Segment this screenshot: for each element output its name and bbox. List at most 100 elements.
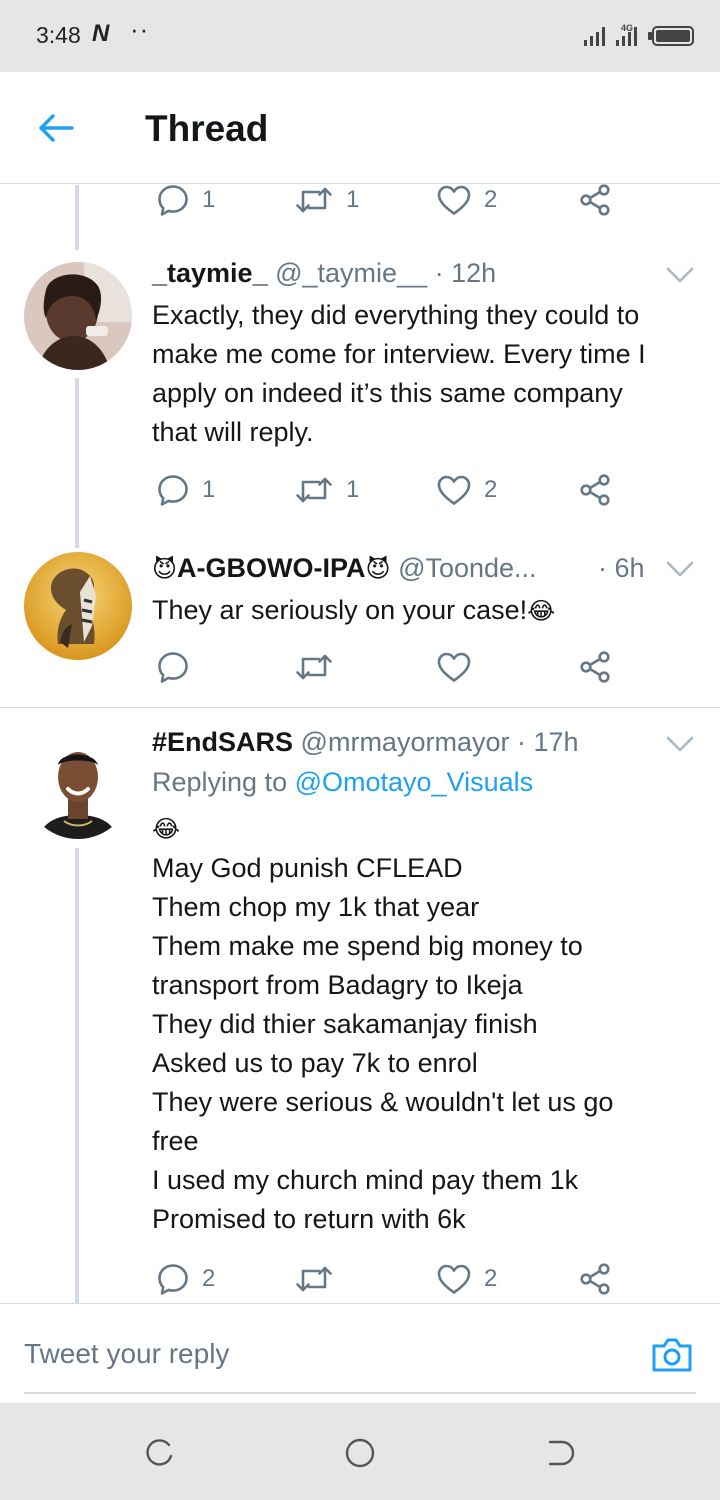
tweet-text-line: Asked us to pay 7k to enrol [152,1048,478,1078]
app-header: Thread [0,72,720,184]
system-nav-bar [0,1403,720,1500]
tweet-text: They ar seriously on your case!😂 [152,591,712,631]
camera-icon[interactable] [650,1334,694,1374]
status-bar: 3:48 N ·· 4G [0,0,720,72]
retweet-icon [294,183,334,217]
heart-icon [436,1262,472,1296]
divider [0,707,720,708]
reply-button[interactable]: 1 [156,180,215,220]
share-icon [578,183,612,217]
heart-icon [436,650,472,684]
tweet-time: · 12h [434,258,497,288]
like-count: 2 [484,476,498,503]
user-handle[interactable]: @mrmayormayor [301,727,510,757]
heart-icon [436,473,472,507]
tweet-text-line: Them chop my 1k that year [152,892,480,922]
tweet-meta: _taymie_ @_taymie__ · 12h [152,258,496,289]
carrier-icon: N [92,20,110,47]
avatar[interactable] [24,731,132,839]
arrow-left-icon[interactable] [36,110,76,146]
share-icon [578,1262,612,1296]
replying-to: Replying to @Omotayo_Visuals [152,767,533,798]
chevron-down-icon[interactable] [666,266,694,284]
home-icon[interactable] [344,1437,376,1469]
tweet-text: Exactly, they did everything they could … [152,296,712,452]
tweet-time: · 6h [598,553,645,583]
reply-input[interactable]: Tweet your reply [24,1338,229,1370]
retweet-count: 1 [346,476,360,503]
heart-icon [436,183,472,217]
avatar[interactable] [24,262,132,370]
retweet-button[interactable] [294,647,334,687]
share-button[interactable] [578,180,612,220]
tweet-text-line: apply on indeed it’s this same company [152,378,623,408]
tweet-actions: 2 2 [152,1259,622,1299]
input-underline [24,1392,696,1394]
retweet-icon [294,1262,334,1296]
reply-icon [156,473,190,507]
display-name[interactable]: _taymie_ [152,258,268,288]
retweet-button[interactable] [294,1259,334,1299]
tweet-text-line: May God punish CFLEAD [152,853,463,883]
tweet-actions: 1 1 2 [152,180,622,220]
laughing-emoji: 😂 [152,816,181,843]
replying-to-mention[interactable]: @Omotayo_Visuals [295,767,534,797]
reply-count: 1 [202,476,216,503]
reply-count: 2 [202,1265,216,1292]
tweet-meta: 😈A-GBOWO-IPA😈 @Toonde... [152,553,537,584]
like-button[interactable]: 2 [436,180,497,220]
retweet-icon [294,473,334,507]
retweet-count: 1 [346,186,360,213]
share-button[interactable] [578,470,612,510]
avatar-image [24,552,132,660]
tweet-text-line: I used my church mind pay them 1k [152,1165,579,1195]
avatar-image [24,731,132,839]
display-name[interactable]: A-GBOWO-IPA [177,553,365,583]
like-count: 2 [484,1265,498,1292]
page-title: Thread [145,108,269,149]
back-icon[interactable] [544,1437,576,1469]
user-handle[interactable]: @_taymie__ [275,258,427,288]
like-button[interactable] [436,647,472,687]
reply-icon [156,1262,190,1296]
reply-button[interactable] [156,647,190,687]
battery-icon [652,26,694,46]
replying-to-label: Replying to [152,767,288,797]
avatar-image [24,262,132,370]
chevron-down-icon[interactable] [666,735,694,753]
retweet-button[interactable]: 1 [294,470,359,510]
avatar[interactable] [24,552,132,660]
tweet-text-line: They did thier sakamanjay finish [152,1009,538,1039]
tweet-text: 😂 May God punish CFLEAD Them chop my 1k … [152,810,712,1239]
share-icon [578,650,612,684]
share-button[interactable] [578,1259,612,1299]
reply-count: 1 [202,186,216,213]
chevron-down-icon[interactable] [666,560,694,578]
reply-icon [156,650,190,684]
tweet-text-line: make me come for interview. Every time I [152,339,646,369]
reply-button[interactable]: 2 [156,1259,215,1299]
retweet-icon [294,650,334,684]
status-time: 3:48 [36,22,81,48]
thread-line [75,378,79,548]
network-type: 4G [621,23,633,33]
tweet-text-line: transport from Badagry to Ikeja [152,970,523,1000]
tweet-text-line: Promised to return with 6k [152,1204,466,1234]
like-count: 2 [484,186,498,213]
like-button[interactable]: 2 [436,1259,497,1299]
tweet-text-line: Them make me spend big money to [152,931,583,961]
tweet-time: · 17h [516,727,579,757]
like-button[interactable]: 2 [436,470,497,510]
tweet-meta: #EndSARS @mrmayormayor · 17h [152,727,579,758]
share-button[interactable] [578,647,612,687]
display-name[interactable]: #EndSARS [152,727,293,757]
retweet-button[interactable]: 1 [294,180,359,220]
thread-line [75,848,79,1303]
reply-composer: Tweet your reply [0,1303,720,1403]
reply-button[interactable]: 1 [156,470,215,510]
reply-icon [156,183,190,217]
devil-emoji: 😈 [152,556,178,583]
share-icon [578,473,612,507]
user-handle[interactable]: @Toonde... [398,553,537,583]
recents-icon[interactable] [144,1437,176,1469]
